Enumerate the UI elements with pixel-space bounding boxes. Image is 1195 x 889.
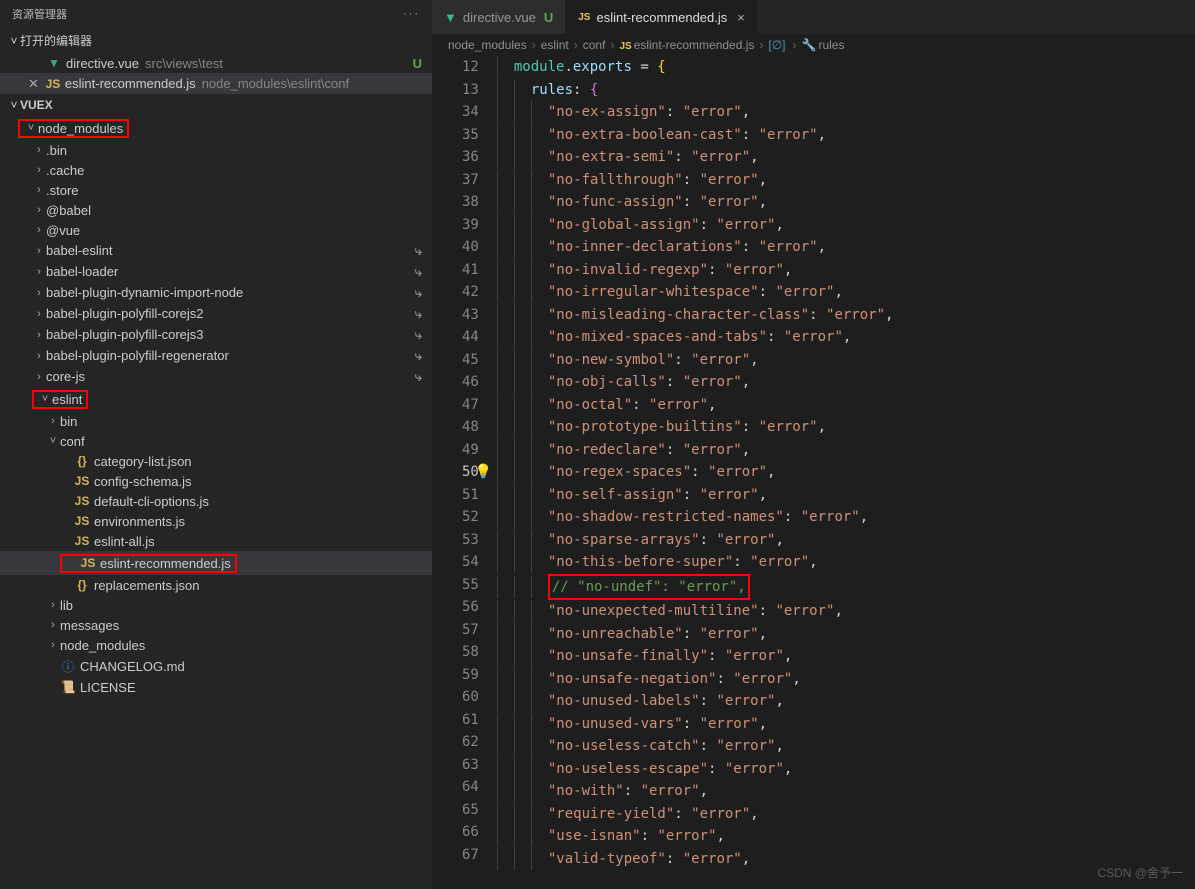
js-icon: JS	[45, 77, 61, 91]
open-editors-section[interactable]: ˅ 打开的编辑器	[0, 28, 432, 53]
breadcrumb-item[interactable]: node_modules	[448, 38, 527, 52]
chevron-right-icon: ›	[46, 619, 60, 631]
folder-item[interactable]: ›@babel	[0, 200, 432, 220]
watermark: CSDN @舍予一	[1097, 864, 1183, 881]
chevron-right-icon: ›	[32, 184, 46, 196]
cert-icon: 📜	[60, 680, 76, 694]
wrench-icon: 🔧	[802, 38, 817, 52]
close-icon[interactable]: ×	[737, 10, 745, 25]
file-tree: ˅node_modules›.bin›.cache›.store›@babel›…	[0, 116, 432, 889]
json-icon: {}	[74, 454, 90, 468]
folder-item[interactable]: ›babel-plugin-polyfill-regenerator⤷	[0, 345, 432, 366]
chevron-down-icon: ˅	[8, 98, 20, 112]
vue-icon: ▼	[46, 56, 62, 70]
folder-item[interactable]: ›.store	[0, 180, 432, 200]
chevron-down-icon: ˅	[46, 435, 60, 447]
folder-item[interactable]: ›.cache	[0, 160, 432, 180]
folder-item[interactable]: ›messages	[0, 615, 432, 635]
js-icon: JS	[619, 41, 631, 52]
chevron-right-icon: ›	[32, 266, 46, 278]
chevron-right-icon: ›	[32, 371, 46, 383]
folder-item[interactable]: ›babel-loader⤷	[0, 261, 432, 282]
breadcrumb-item[interactable]: eslint	[541, 38, 569, 52]
breadcrumb-item[interactable]: JSeslint-recommended.js	[619, 38, 754, 52]
folder-item[interactable]: ›node_modules	[0, 635, 432, 655]
editor-tab[interactable]: JSeslint-recommended.js×	[566, 0, 758, 34]
project-section[interactable]: ˅ VUEX	[0, 94, 432, 116]
chevron-right-icon: ›	[32, 308, 46, 320]
code-editor[interactable]: 1213343536373839404142434445464748495051…	[432, 56, 1195, 889]
open-editor-item[interactable]: ✕JSeslint-recommended.jsnode_modules\esl…	[0, 73, 432, 94]
chevron-right-icon: ›	[32, 329, 46, 341]
info-icon: ⓘ	[60, 658, 76, 675]
js-icon: JS	[80, 556, 96, 570]
explorer-title: 资源管理器	[12, 6, 67, 22]
breadcrumb-item[interactable]: 🔧rules	[802, 38, 845, 52]
folder-item[interactable]: ›babel-plugin-dynamic-import-node⤷	[0, 282, 432, 303]
editor-pane: ▼directive.vueUJSeslint-recommended.js× …	[432, 0, 1195, 889]
folder-item[interactable]: ›core-js⤷	[0, 366, 432, 387]
file-item[interactable]: JSeslint-all.js	[0, 531, 432, 551]
file-item[interactable]: ⓘCHANGELOG.md	[0, 655, 432, 677]
chevron-right-icon: ›	[32, 144, 46, 156]
chevron-right-icon: ›	[32, 287, 46, 299]
file-item[interactable]: JSconfig-schema.js	[0, 471, 432, 491]
json-icon: {}	[74, 578, 90, 592]
folder-item[interactable]: ›babel-plugin-polyfill-corejs3⤷	[0, 324, 432, 345]
folder-item[interactable]: ›@vue	[0, 220, 432, 240]
folder-item[interactable]: ˅conf	[0, 431, 432, 451]
chevron-right-icon: ›	[32, 224, 46, 236]
chevron-down-icon: ˅	[24, 122, 38, 134]
file-item[interactable]: {}replacements.json	[0, 575, 432, 595]
cube-icon: [∅]	[768, 38, 785, 52]
chevron-right-icon: ›	[46, 599, 60, 611]
editor-tab[interactable]: ▼directive.vueU	[432, 0, 566, 34]
breadcrumb-item[interactable]: conf	[583, 38, 606, 52]
chevron-down-icon: ˅	[8, 34, 20, 48]
file-item[interactable]: JSenvironments.js	[0, 511, 432, 531]
file-item[interactable]: 📜LICENSE	[0, 677, 432, 697]
chevron-right-icon: ›	[32, 204, 46, 216]
js-icon: JS	[74, 534, 90, 548]
chevron-right-icon: ›	[46, 415, 60, 427]
js-icon: JS	[74, 474, 90, 488]
breadcrumb-item[interactable]: [∅]	[768, 38, 787, 52]
lightbulb-icon[interactable]: 💡	[475, 461, 492, 484]
file-item[interactable]: {}category-list.json	[0, 451, 432, 471]
js-icon: JS	[578, 12, 590, 23]
folder-item[interactable]: ˅eslint	[0, 387, 432, 411]
breadcrumb[interactable]: node_modules›eslint›conf›JSeslint-recomm…	[432, 34, 1195, 56]
chevron-right-icon: ›	[32, 245, 46, 257]
vue-icon: ▼	[444, 10, 457, 25]
folder-item[interactable]: ›babel-eslint⤷	[0, 240, 432, 261]
chevron-down-icon: ˅	[38, 393, 52, 405]
js-icon: JS	[74, 494, 90, 508]
open-editor-item[interactable]: ▼directive.vuesrc\views\testU	[0, 53, 432, 73]
close-icon[interactable]: ✕	[28, 76, 39, 92]
folder-item[interactable]: ›lib	[0, 595, 432, 615]
file-item[interactable]: JSeslint-recommended.js	[0, 551, 432, 575]
folder-item[interactable]: ›babel-plugin-polyfill-corejs2⤷	[0, 303, 432, 324]
chevron-right-icon: ›	[32, 350, 46, 362]
file-item[interactable]: JSdefault-cli-options.js	[0, 491, 432, 511]
chevron-right-icon: ›	[32, 164, 46, 176]
chevron-right-icon: ›	[46, 639, 60, 651]
js-icon: JS	[74, 514, 90, 528]
editor-tabs: ▼directive.vueUJSeslint-recommended.js×	[432, 0, 1195, 34]
more-icon[interactable]: ···	[403, 8, 420, 20]
folder-item[interactable]: ›bin	[0, 411, 432, 431]
folder-item[interactable]: ›.bin	[0, 140, 432, 160]
folder-item[interactable]: ˅node_modules	[0, 116, 432, 140]
explorer-sidebar: 资源管理器 ··· ˅ 打开的编辑器 ▼directive.vuesrc\vie…	[0, 0, 432, 889]
